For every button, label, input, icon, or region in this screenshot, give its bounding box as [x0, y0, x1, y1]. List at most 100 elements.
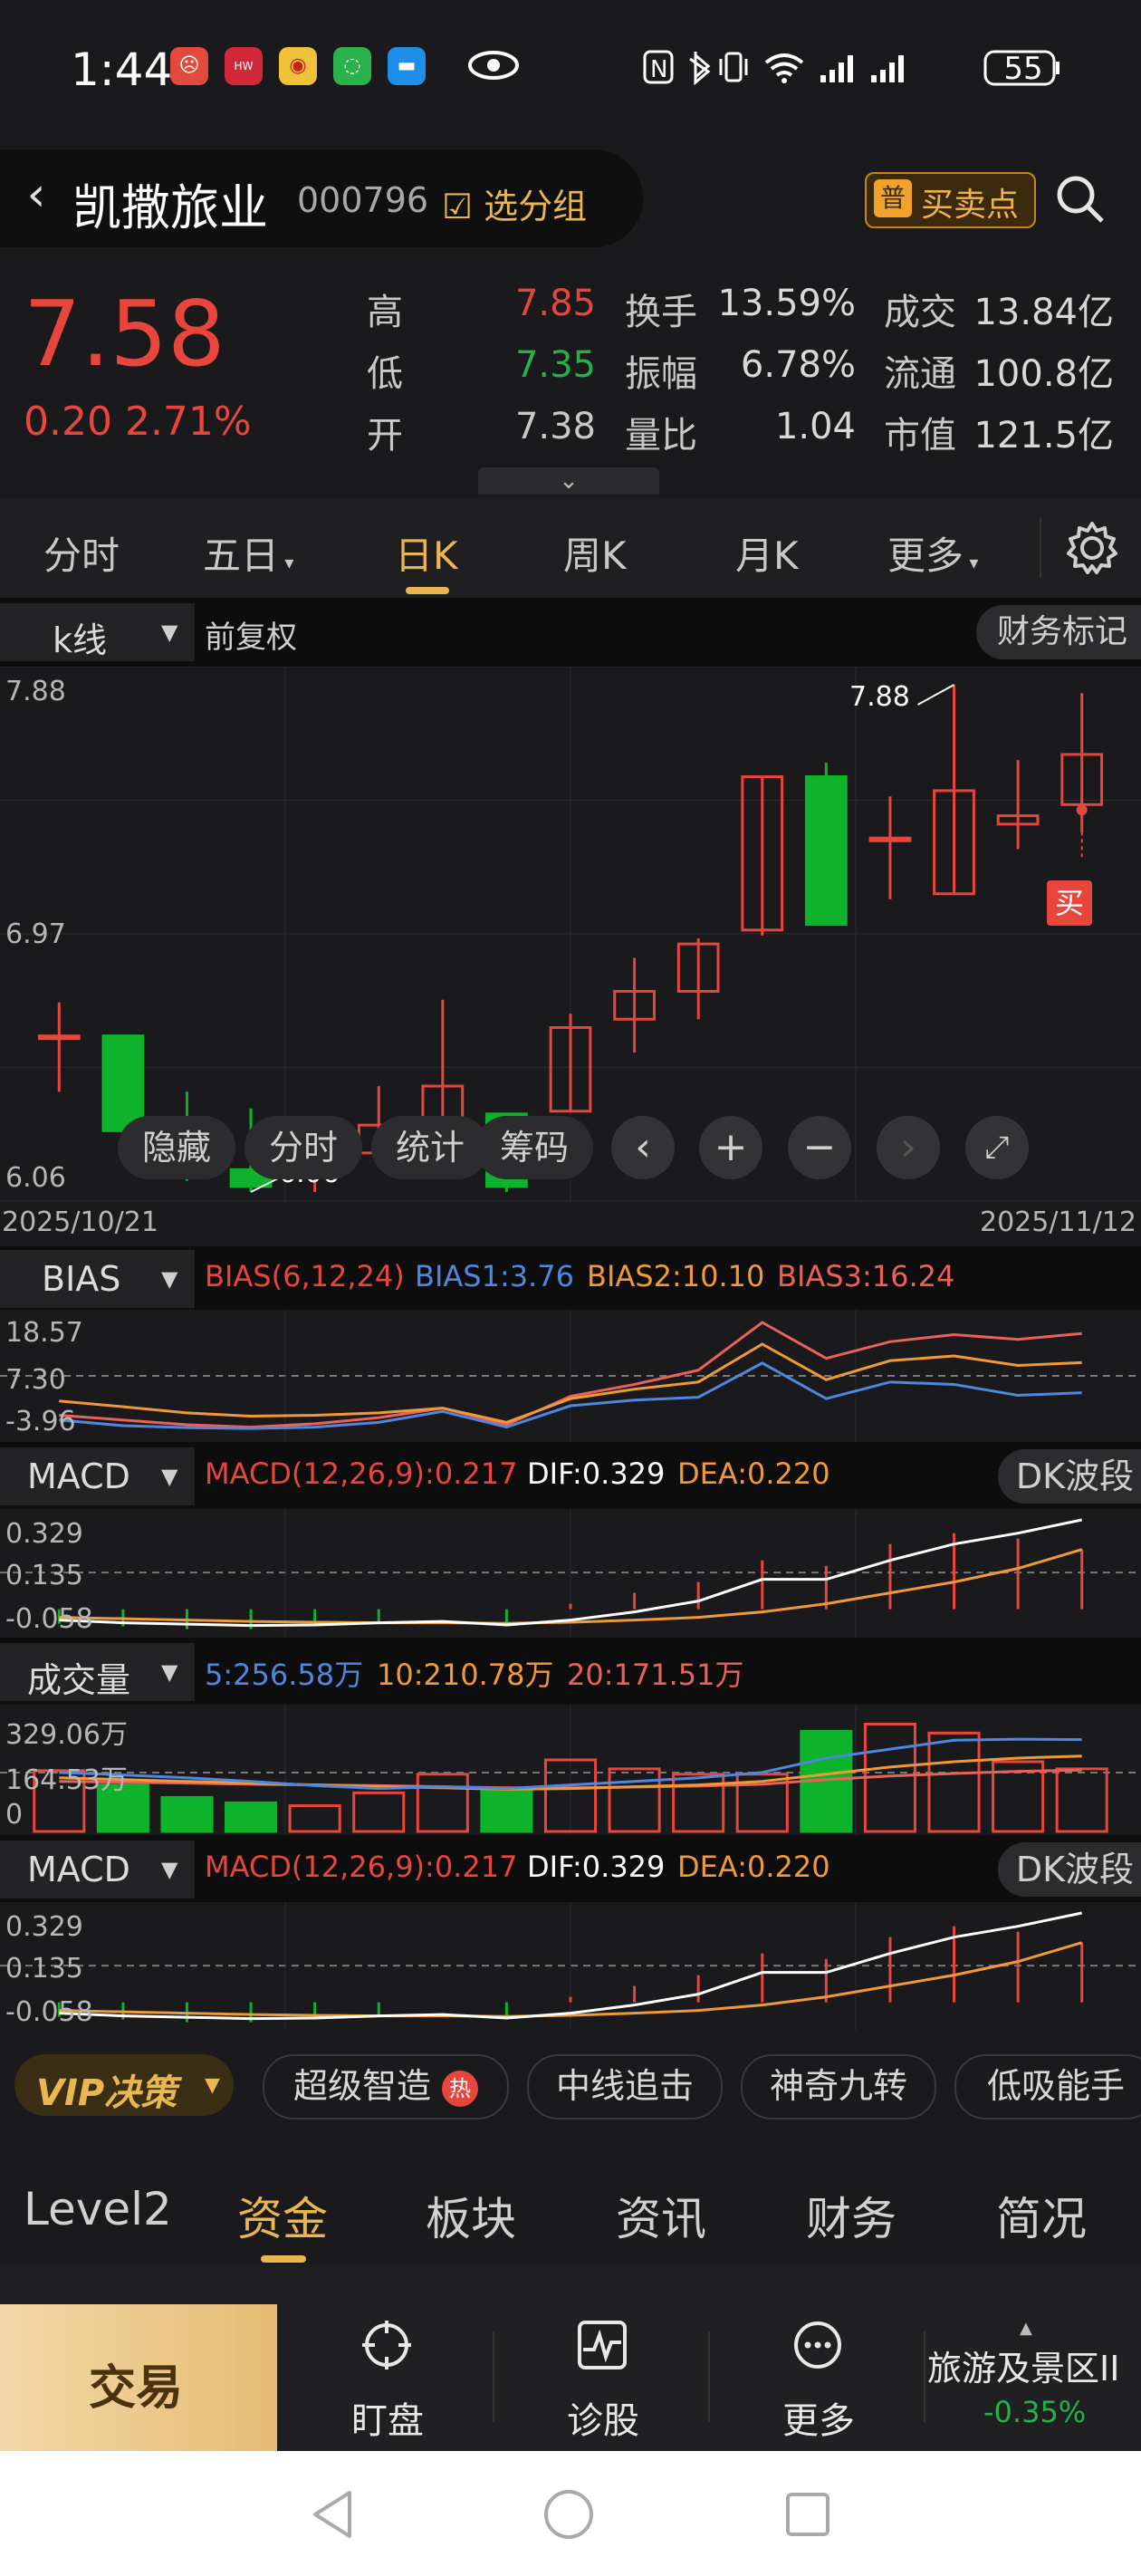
candle-body: [804, 775, 848, 927]
quote-value: 13.59%: [717, 283, 856, 324]
wifi-icon: [764, 53, 804, 83]
macd-selector[interactable]: MACD ▼: [0, 1447, 195, 1505]
wechat-icon: ◌: [333, 47, 371, 85]
trade-points-label: 买卖点: [921, 187, 1020, 224]
macd2-selector[interactable]: MACD ▼: [0, 1841, 195, 1898]
watchlist-group-button[interactable]: ☑ 选分组: [442, 178, 587, 228]
recents-square-icon[interactable]: [781, 2487, 835, 2542]
volume-header: 成交量 ▼ 5:256.58万 10:210.78万 20:171.51万: [0, 1638, 1141, 1705]
macd2-chart[interactable]: [0, 1902, 1141, 2031]
volume-bar: [416, 1773, 469, 1833]
bottom-nav: 交易 盯盘 诊股 更多 ▲ 旅游及景区II -0.35%: [0, 2304, 1141, 2451]
signal-icon-2: [871, 55, 904, 82]
volume-chart[interactable]: [0, 1705, 1141, 1835]
bias-header: BIAS ▼ BIAS(6,12,24) BIAS1:3.76 BIAS2:10…: [0, 1246, 1141, 1310]
macd2-ylabel-bottom: -0.058: [5, 1996, 93, 2028]
macd2-header: MACD ▼ MACD(12,26,9):0.217 DIF:0.329 DEA…: [0, 1835, 1141, 1902]
dropdown-icon: ▼: [205, 2074, 220, 2097]
nav-watch-label: 盯盘: [351, 2400, 424, 2442]
chips-button[interactable]: 筹码: [475, 1116, 593, 1179]
bias-ylabel-mid: 7.30: [5, 1364, 66, 1396]
buy-marker[interactable]: 买: [1047, 880, 1092, 926]
next-icon[interactable]: ›: [877, 1116, 940, 1179]
zoom-out-icon[interactable]: −: [788, 1116, 851, 1179]
kline-selector[interactable]: k线 ▼: [0, 603, 195, 661]
nav-diagnose[interactable]: 诊股: [547, 2319, 656, 2446]
vip-decision-button[interactable]: VIP决策 ▼: [14, 2054, 234, 2116]
tab-five-day[interactable]: 五日 ▾: [203, 525, 293, 581]
nav-watch[interactable]: 盯盘: [331, 2319, 440, 2446]
hide-button[interactable]: 隐藏: [118, 1116, 235, 1179]
quote-value: 1.04: [774, 406, 856, 447]
quote-label: 量比: [625, 415, 697, 457]
tab-finance[interactable]: 财务: [806, 2183, 896, 2248]
tab-profile[interactable]: 简况: [996, 2183, 1087, 2248]
tab-sector[interactable]: 板块: [426, 2183, 516, 2248]
strategy-bar: VIP决策 ▼ 超级智造 热 中线追击 神奇九转 低吸能手: [0, 2031, 1141, 2139]
tab-weekly-k[interactable]: 周K: [563, 525, 627, 581]
nfc-icon: N: [643, 50, 674, 84]
back-triangle-icon[interactable]: [306, 2487, 360, 2542]
bias-selector[interactable]: BIAS ▼: [0, 1250, 195, 1308]
volume-ylabel-mid: 164.53万: [5, 1764, 128, 1796]
dropdown-icon: ▼: [161, 1464, 178, 1489]
bias-chart[interactable]: [0, 1310, 1141, 1442]
bias1-value: BIAS1:3.76: [415, 1259, 574, 1293]
tab-news[interactable]: 资讯: [616, 2183, 706, 2248]
trade-button[interactable]: 交易: [0, 2304, 277, 2451]
zoom-in-icon[interactable]: +: [699, 1116, 762, 1179]
bias-ylabel-top: 18.57: [5, 1317, 83, 1349]
more-dots-icon: [794, 2321, 841, 2369]
volume-selector[interactable]: 成交量 ▼: [0, 1643, 195, 1701]
search-icon[interactable]: [1053, 172, 1107, 226]
volume-bar: [927, 1731, 981, 1833]
clock: 1:44: [71, 43, 173, 96]
chip-magic-nine[interactable]: 神奇九转: [741, 2054, 936, 2119]
tab-funds[interactable]: 资金: [237, 2183, 328, 2248]
back-icon[interactable]: ‹: [9, 168, 63, 222]
fullscreen-icon[interactable]: ⤢: [965, 1116, 1029, 1179]
chip-midline-chase[interactable]: 中线追击: [527, 2054, 723, 2119]
bias3-value: BIAS3:16.24: [777, 1259, 955, 1293]
sector-quote[interactable]: ▲ 旅游及景区II -0.35%: [925, 2304, 1141, 2451]
candle-body: [37, 1034, 81, 1041]
tab-intraday[interactable]: 分时: [43, 525, 120, 581]
tab-daily-k[interactable]: 日K: [395, 525, 458, 581]
dropdown-icon: ▼: [161, 1659, 178, 1685]
home-circle-icon[interactable]: [542, 2487, 596, 2542]
message-icon: ▬: [388, 47, 426, 85]
volume-ma5: 5:256.58万: [205, 1658, 364, 1692]
macd2-selector-label: MACD: [27, 1850, 130, 1889]
svg-text:N: N: [650, 56, 667, 83]
volume-ma20: 20:171.51万: [567, 1658, 744, 1692]
quote-value: 7.85: [514, 283, 596, 324]
macd-ylabel-top: 0.329: [5, 1518, 83, 1550]
finance-mark-button[interactable]: 财务标记: [976, 605, 1141, 659]
nav-more-label: 更多: [782, 2400, 855, 2442]
trade-points-button[interactable]: 普 买卖点: [865, 172, 1036, 228]
adjust-mode[interactable]: 前复权: [205, 612, 297, 657]
chip-low-buy[interactable]: 低吸能手: [954, 2054, 1141, 2119]
gear-icon[interactable]: [1064, 520, 1120, 576]
nav-diagnose-label: 诊股: [567, 2400, 639, 2442]
tab-level2[interactable]: Level2: [24, 2183, 172, 2235]
dk-band-button[interactable]: DK波段: [998, 1449, 1141, 1504]
macd-chart[interactable]: [0, 1509, 1141, 1638]
watchlist-group-label: 选分组: [484, 187, 588, 226]
nav-more[interactable]: 更多: [762, 2319, 871, 2446]
dropdown-icon: ▼: [161, 1266, 178, 1292]
chip-super-manufacture[interactable]: 超级智造 热: [263, 2054, 509, 2119]
huawei-icon: HW: [225, 47, 263, 85]
expand-chevron-icon[interactable]: ⌄: [478, 467, 659, 495]
trade-badge-icon: 普: [874, 179, 912, 217]
bias-selector-label: BIAS: [42, 1259, 121, 1299]
statistics-button[interactable]: 统计: [371, 1116, 489, 1179]
dk-band-button-2[interactable]: DK波段: [998, 1842, 1141, 1897]
macd-selector-label: MACD: [27, 1456, 130, 1496]
macd-ylabel-mid: 0.135: [5, 1560, 83, 1591]
intraday-tool-button[interactable]: 分时: [244, 1116, 362, 1179]
tab-monthly-k[interactable]: 月K: [735, 525, 799, 581]
volume-bar: [160, 1795, 214, 1833]
prev-icon[interactable]: ‹: [611, 1116, 675, 1179]
tab-more[interactable]: 更多 ▾: [887, 525, 978, 581]
